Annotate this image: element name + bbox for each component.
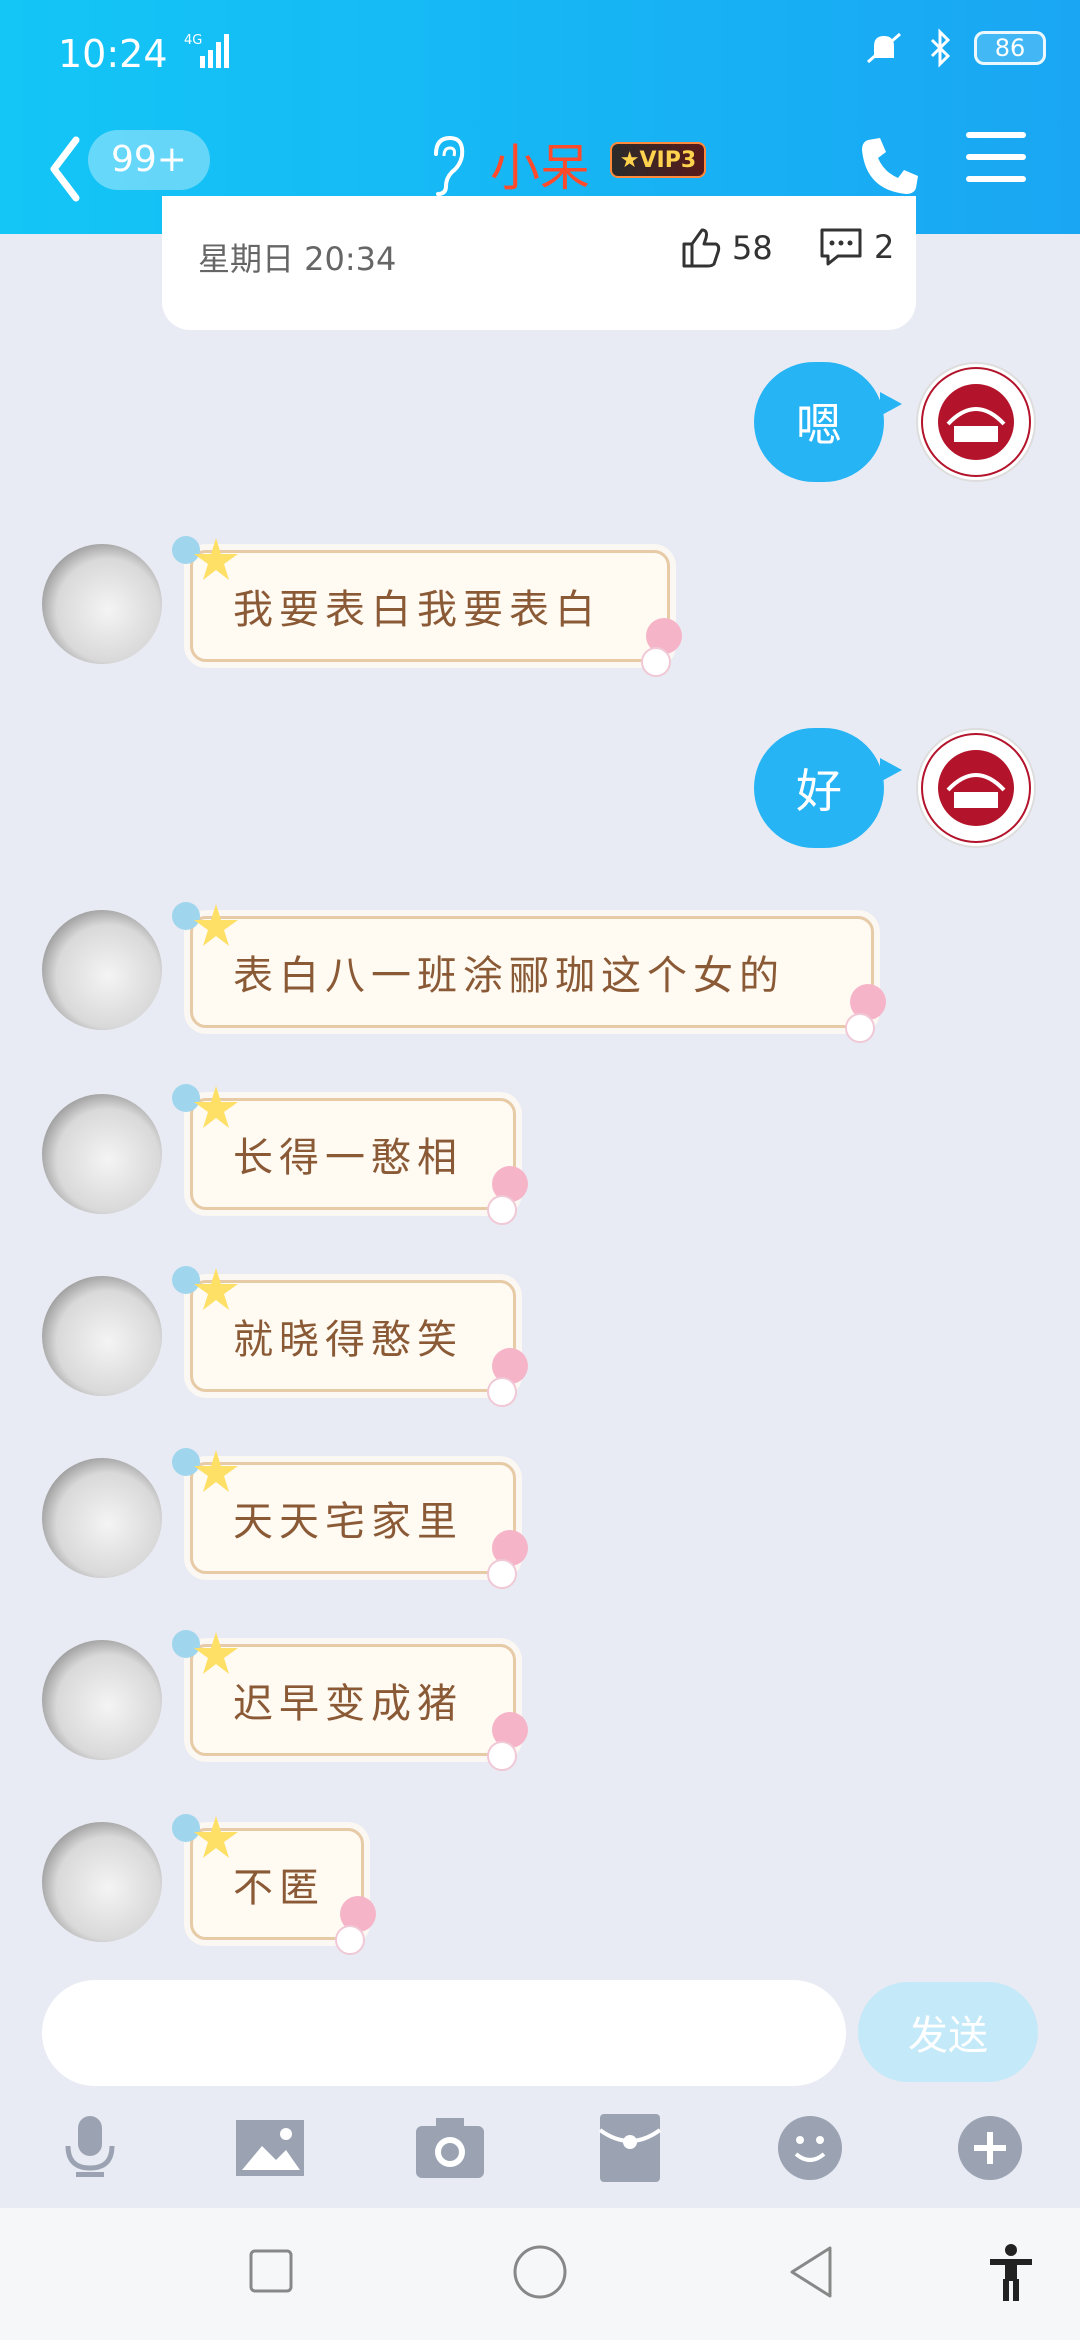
feed-date: 星期日 20:34 xyxy=(198,240,397,278)
comment-count: 2 xyxy=(874,228,895,266)
star-decoration-icon xyxy=(172,1630,238,1674)
my-avatar[interactable] xyxy=(916,728,1036,848)
star-decoration-icon xyxy=(172,902,238,946)
comment-button[interactable]: 2 xyxy=(818,226,894,268)
pink-decoration-icon xyxy=(487,1348,528,1407)
send-button[interactable]: 发送 xyxy=(858,1982,1038,2082)
system-nav-bar xyxy=(0,2208,1080,2340)
pink-decoration-icon xyxy=(335,1896,376,1955)
pink-decoration-icon xyxy=(487,1712,528,1771)
my-message-bubble[interactable]: 好 xyxy=(754,728,884,848)
cat-avatar[interactable] xyxy=(42,1276,162,1396)
accessibility-icon[interactable] xyxy=(986,2242,1036,2302)
red-packet-icon[interactable] xyxy=(590,2108,670,2188)
microphone-icon[interactable] xyxy=(50,2108,130,2188)
pink-decoration-icon xyxy=(487,1166,528,1225)
status-bar: 10:24 4G 86 xyxy=(0,0,1080,110)
image-icon[interactable] xyxy=(230,2108,310,2188)
pink-decoration-icon xyxy=(845,984,886,1043)
cat-avatar[interactable] xyxy=(42,1822,162,1942)
bluetooth-icon xyxy=(930,28,951,68)
emoji-icon[interactable] xyxy=(770,2108,850,2188)
pink-decoration-icon xyxy=(487,1530,528,1589)
vibrate-mute-icon xyxy=(867,32,901,64)
star-decoration-icon xyxy=(172,1084,238,1128)
unread-badge[interactable]: 99+ xyxy=(88,130,210,190)
vip-badge: ★ VIP3 xyxy=(610,142,706,178)
vip-label: VIP3 xyxy=(639,147,697,173)
their-message-bubble[interactable]: 表白八一班涂郦珈这个女的 xyxy=(190,916,874,1028)
status-time: 10:24 xyxy=(58,32,168,76)
thumbs-up-icon xyxy=(682,228,721,268)
star-decoration-icon xyxy=(172,1266,238,1310)
school-logo-icon xyxy=(921,733,1031,843)
message-input[interactable] xyxy=(42,1980,846,2086)
star-decoration-icon xyxy=(172,536,238,580)
bubble-tail xyxy=(880,392,902,416)
feed-card[interactable]: 星期日 20:34 58 2 xyxy=(162,196,916,330)
camera-icon[interactable] xyxy=(410,2108,490,2188)
school-logo-icon xyxy=(921,367,1031,477)
phone-icon[interactable] xyxy=(858,132,924,198)
ear-icon[interactable] xyxy=(428,134,468,198)
input-toolbar xyxy=(0,2108,1080,2208)
star-decoration-icon xyxy=(172,1814,238,1858)
network-type: 4G xyxy=(184,33,202,48)
menu-icon[interactable] xyxy=(966,132,1026,194)
my-avatar[interactable] xyxy=(916,362,1036,482)
chat-title[interactable]: 小呆 xyxy=(490,128,590,200)
cat-avatar[interactable] xyxy=(42,544,162,664)
bubble-tail xyxy=(880,758,902,782)
circle-icon[interactable] xyxy=(512,2244,568,2300)
battery-indicator: 86 xyxy=(974,31,1046,65)
triangle-back-icon[interactable] xyxy=(786,2244,836,2300)
cat-avatar[interactable] xyxy=(42,1458,162,1578)
star-decoration-icon xyxy=(172,1448,238,1492)
square-icon[interactable] xyxy=(248,2248,294,2294)
like-button[interactable]: 58 xyxy=(678,226,773,270)
their-message-bubble[interactable]: 我要表白我要表白 xyxy=(190,550,670,662)
signal-icon: 4G xyxy=(184,33,229,68)
pink-decoration-icon xyxy=(641,618,682,677)
plus-icon[interactable] xyxy=(950,2108,1030,2188)
my-message-bubble[interactable]: 嗯 xyxy=(754,362,884,482)
like-count: 58 xyxy=(732,229,773,267)
comment-icon xyxy=(820,228,862,266)
cat-avatar[interactable] xyxy=(42,1094,162,1214)
cat-avatar[interactable] xyxy=(42,1640,162,1760)
cat-avatar[interactable] xyxy=(42,910,162,1030)
